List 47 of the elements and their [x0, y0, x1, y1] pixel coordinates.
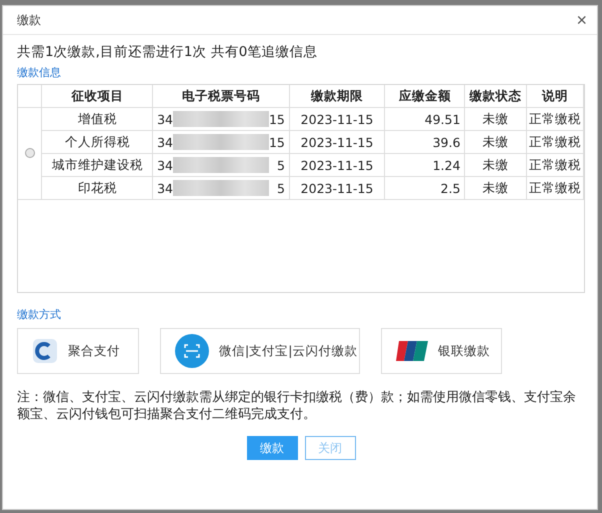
- table-cell: 39.6: [384, 130, 465, 154]
- table-cell: 个人所得税: [42, 130, 153, 154]
- table-cell: 2.5: [384, 176, 465, 200]
- payment-method-button[interactable]: 微信|支付宝|云闪付缴款: [160, 328, 360, 374]
- note-text: 注：微信、支付宝、云闪付缴款需从绑定的银行卡扣缴税（费）款；如需使用微信零钱、支付宝余额宝、云闪付钱包可扫描聚合支付二维码完成支付。: [17, 389, 577, 423]
- table-cell: 2023-11-15: [289, 176, 385, 200]
- summary-text: 共需1次缴款,目前还需进行1次 共有0笔追缴信息: [17, 43, 318, 61]
- column-header: 应缴金额: [384, 85, 465, 108]
- table-cell: 2023-11-15: [289, 108, 385, 130]
- dialog-title: 缴款: [17, 12, 41, 28]
- table-cell: 正常缴税: [526, 154, 584, 176]
- table-cell: 2023-11-15: [289, 154, 385, 176]
- section-label: 缴款信息: [17, 65, 62, 80]
- ticket-suffix: 15: [268, 112, 285, 126]
- column-header: 缴款状态: [464, 85, 526, 108]
- ticket-suffix: 15: [268, 134, 285, 150]
- column-header: 征收项目: [42, 85, 153, 108]
- table-cell: 1.24: [384, 154, 465, 176]
- ticket-prefix: 34: [157, 158, 173, 172]
- table-cell: 城市维护建设税: [42, 154, 153, 176]
- table-cell: 印花税: [42, 176, 153, 200]
- table-cell: 未缴: [464, 154, 526, 176]
- table-cell: 正常缴税: [526, 108, 584, 130]
- table-cell: 正常缴税: [526, 176, 584, 200]
- ticket-prefix: 34: [157, 180, 173, 196]
- aggregate-pay-logo-icon: [32, 338, 58, 364]
- table-cell: 未缴: [464, 130, 526, 154]
- payment-method-button[interactable]: 银联缴款: [381, 328, 502, 374]
- table-cell: 增值税: [42, 108, 153, 130]
- ticket-suffix: 5: [276, 180, 285, 196]
- payment-method-button[interactable]: 聚合支付: [17, 328, 139, 374]
- ticket-suffix: 5: [276, 158, 285, 172]
- column-header: 电子税票号码: [152, 85, 290, 108]
- table-cell: 49.51: [384, 108, 465, 130]
- table-cell: 未缴: [464, 108, 526, 130]
- table-cell: 未缴: [464, 176, 526, 200]
- column-header: 说明: [526, 85, 584, 108]
- column-header: 缴款期限: [289, 85, 385, 108]
- table-cell: 正常缴税: [526, 130, 584, 154]
- close-button[interactable]: ×: [576, 11, 587, 29]
- section-label: 缴款方式: [17, 307, 62, 322]
- ticket-prefix: 34: [157, 112, 173, 126]
- radio-button[interactable]: [24, 148, 35, 158]
- ticket-prefix: 34: [157, 134, 173, 150]
- unionpay-logo-icon: [396, 340, 428, 362]
- table-cell: 2023-11-15: [289, 130, 385, 154]
- scan-icon: [175, 334, 209, 368]
